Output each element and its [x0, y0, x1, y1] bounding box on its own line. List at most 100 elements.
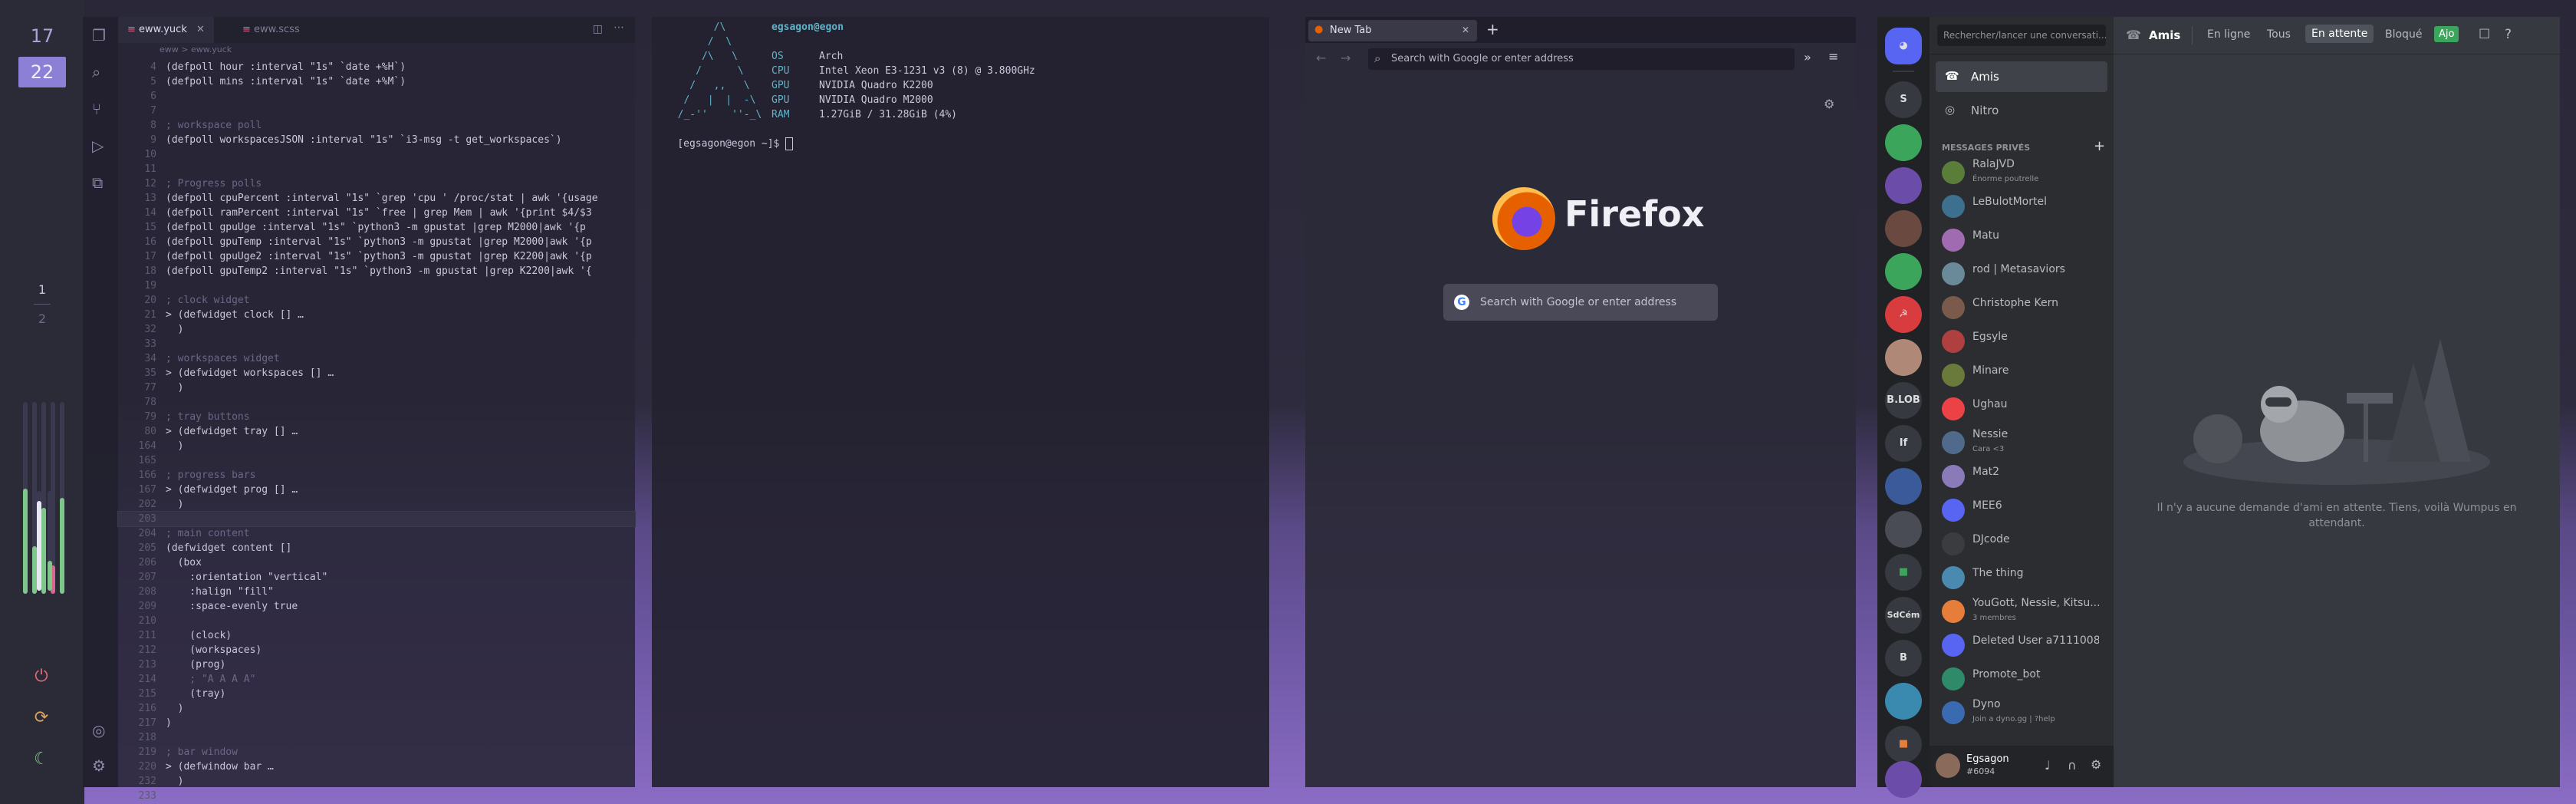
code-line[interactable]: 167 > (defwidget prog [] … — [118, 483, 635, 497]
new-dm-button[interactable]: + — [2094, 138, 2105, 154]
server-B[interactable]: B — [1885, 640, 1922, 677]
tab-blocked[interactable]: Bloqué — [2385, 28, 2422, 41]
dm-item[interactable]: MEE6 — [1937, 494, 2106, 525]
code-line[interactable]: 14 (defpoll ramPercent :interval "1s" `fr… — [118, 206, 635, 220]
tab-pending[interactable]: En attente — [2305, 25, 2374, 43]
server-S[interactable]: S — [1885, 81, 1922, 118]
code-line[interactable]: 7 — [118, 104, 635, 118]
power-icon[interactable]: ⏻ — [29, 664, 54, 689]
dm-item[interactable]: DJcode — [1937, 528, 2106, 559]
browser-tab-new-tab[interactable]: ● New Tab ✕ — [1308, 20, 1477, 41]
code-line[interactable]: 10 — [118, 147, 635, 162]
code-line[interactable]: 165 — [118, 453, 635, 468]
user-settings-gear-icon[interactable]: ⚙ — [2091, 757, 2101, 772]
code-line[interactable]: 232 ) — [118, 774, 635, 789]
code-line[interactable]: 17 (defpoll gpuUge2 :interval "1s" `pytho… — [118, 249, 635, 264]
server-icon[interactable] — [1885, 339, 1922, 376]
dm-item[interactable]: rod | Metasaviors — [1937, 258, 2106, 288]
microphone-icon[interactable]: ♩ — [2045, 758, 2051, 773]
source-control-icon[interactable]: ⑂ — [92, 100, 101, 118]
code-line[interactable]: 77 ) — [118, 381, 635, 395]
inbox-icon[interactable]: ☐ — [2479, 27, 2490, 42]
dm-item[interactable]: The thing — [1937, 562, 2106, 592]
server-icon[interactable] — [1885, 683, 1922, 720]
code-line[interactable]: 32 ) — [118, 322, 635, 337]
url-bar[interactable]: ⌕ Search with Google or enter address — [1368, 48, 1795, 70]
server-icon[interactable] — [1885, 124, 1922, 161]
code-line[interactable]: 12 ; Progress polls — [118, 176, 635, 191]
conversation-search[interactable]: Rechercher/lancer une conversati... — [1937, 25, 2106, 46]
code-line[interactable]: 5 (defpoll mins :interval "1s" `date +%M`… — [118, 74, 635, 89]
code-line[interactable]: 209 :space-evenly true — [118, 599, 635, 614]
code-line[interactable]: 11 — [118, 162, 635, 176]
run-debug-icon[interactable]: ▷ — [92, 137, 104, 155]
dm-item[interactable]: Dyno Join a dyno.gg | ?help — [1937, 697, 2106, 727]
code-line[interactable]: 220 > (defwindow bar … — [118, 760, 635, 774]
code-line[interactable]: 205 (defwidget content [] — [118, 541, 635, 555]
server-if[interactable]: If — [1885, 425, 1922, 462]
code-line[interactable]: 6 — [118, 89, 635, 104]
dm-item[interactable]: Egsyle — [1937, 325, 2106, 356]
code-line[interactable]: 15 (defpoll gpuUge :interval "1s" `python… — [118, 220, 635, 235]
discord-home-icon[interactable]: ◕ — [1885, 28, 1922, 64]
customize-gear-icon[interactable]: ⚙ — [1824, 97, 1834, 111]
code-line[interactable]: 16 (defpoll gpuTemp :interval "1s" `pytho… — [118, 235, 635, 249]
server-icon[interactable] — [1885, 167, 1922, 204]
code-line[interactable]: 79 ; tray buttons — [118, 410, 635, 424]
help-icon[interactable]: ? — [2505, 27, 2512, 42]
hamburger-menu-icon[interactable]: ≡ — [1828, 49, 1838, 64]
sleep-icon[interactable]: ☾ — [29, 747, 54, 772]
code-line[interactable]: 8 ; workspace poll — [118, 118, 635, 133]
dm-item[interactable]: Promote_bot — [1937, 663, 2106, 694]
code-line[interactable]: 204 ; main content — [118, 526, 635, 541]
dm-item[interactable]: Mat2 — [1937, 460, 2106, 491]
code-line[interactable]: 13 (defpoll cpuPercent :interval "1s" `gr… — [118, 191, 635, 206]
close-tab-icon[interactable]: ✕ — [196, 24, 205, 35]
explorer-icon[interactable]: ❐ — [92, 26, 106, 44]
server-icon[interactable] — [1885, 761, 1922, 798]
prompt-line[interactable]: [egsagon@egon ~]$ — [653, 126, 794, 162]
dm-item[interactable]: Deleted User a7111008 — [1937, 629, 2106, 660]
code-line[interactable]: 212 (workspaces) — [118, 643, 635, 657]
server-icon[interactable] — [1885, 511, 1922, 548]
add-friend-button[interactable]: Ajo — [2434, 26, 2459, 42]
code-line[interactable]: 34 ; workspaces widget — [118, 351, 635, 366]
code-line[interactable]: 207 :orientation "vertical" — [118, 570, 635, 585]
avatar[interactable] — [1936, 753, 1960, 778]
back-arrow-icon[interactable]: ← — [1316, 51, 1326, 65]
extensions-icon[interactable]: ⧉ — [92, 173, 103, 192]
search-icon[interactable]: ⌕ — [92, 63, 100, 81]
forward-arrow-icon[interactable]: → — [1341, 51, 1351, 65]
code-line[interactable]: 216 ) — [118, 701, 635, 716]
server-icon[interactable]: ☭ — [1885, 296, 1922, 333]
new-tab-button[interactable]: + — [1486, 20, 1499, 38]
account-icon[interactable]: ◎ — [92, 721, 105, 740]
code-line[interactable]: 213 (prog) — [118, 657, 635, 672]
code-line[interactable]: 233 — [118, 789, 635, 803]
code-line[interactable]: 80 > (defwidget tray [] … — [118, 424, 635, 439]
code-line[interactable]: 215 (tray) — [118, 687, 635, 701]
code-line[interactable]: 18 (defpoll gpuTemp2 :interval "1s" `pyth… — [118, 264, 635, 278]
server-blob[interactable]: B.LOB — [1885, 382, 1922, 419]
code-line[interactable]: 9 (defpoll workspacesJSON :interval "1s" … — [118, 133, 635, 147]
reboot-icon[interactable]: ⟳ — [29, 706, 54, 730]
tab-all[interactable]: Tous — [2267, 28, 2291, 41]
server-icon[interactable] — [1885, 210, 1922, 247]
dm-item[interactable]: Nessie Cara <3 — [1937, 427, 2106, 457]
code-line[interactable]: 35 > (defwidget workspaces [] … — [118, 366, 635, 381]
code-line[interactable]: 210 — [118, 614, 635, 628]
dm-item[interactable]: LeBulotMortel — [1937, 190, 2106, 221]
server-icon[interactable] — [1885, 253, 1922, 290]
dm-item[interactable]: Minare — [1937, 359, 2106, 390]
code-line[interactable]: 21 > (defwidget clock [] … — [118, 308, 635, 322]
code-line[interactable]: 217) — [118, 716, 635, 730]
dm-item[interactable]: YouGott, Nessie, Kitsu... 3 membres — [1937, 595, 2106, 626]
workspace-22-active[interactable]: 22 — [18, 57, 66, 87]
workspace-2[interactable]: 2 — [18, 310, 66, 328]
code-line[interactable]: 214 ; "A A A A" — [118, 672, 635, 687]
home-search-box[interactable]: G Search with Google or enter address — [1443, 284, 1718, 321]
code-line[interactable]: 78 — [118, 395, 635, 410]
dm-item[interactable]: Christophe Kern — [1937, 292, 2106, 322]
code-line[interactable]: 166 ; progress bars — [118, 468, 635, 483]
code-line[interactable]: 19 — [118, 278, 635, 293]
